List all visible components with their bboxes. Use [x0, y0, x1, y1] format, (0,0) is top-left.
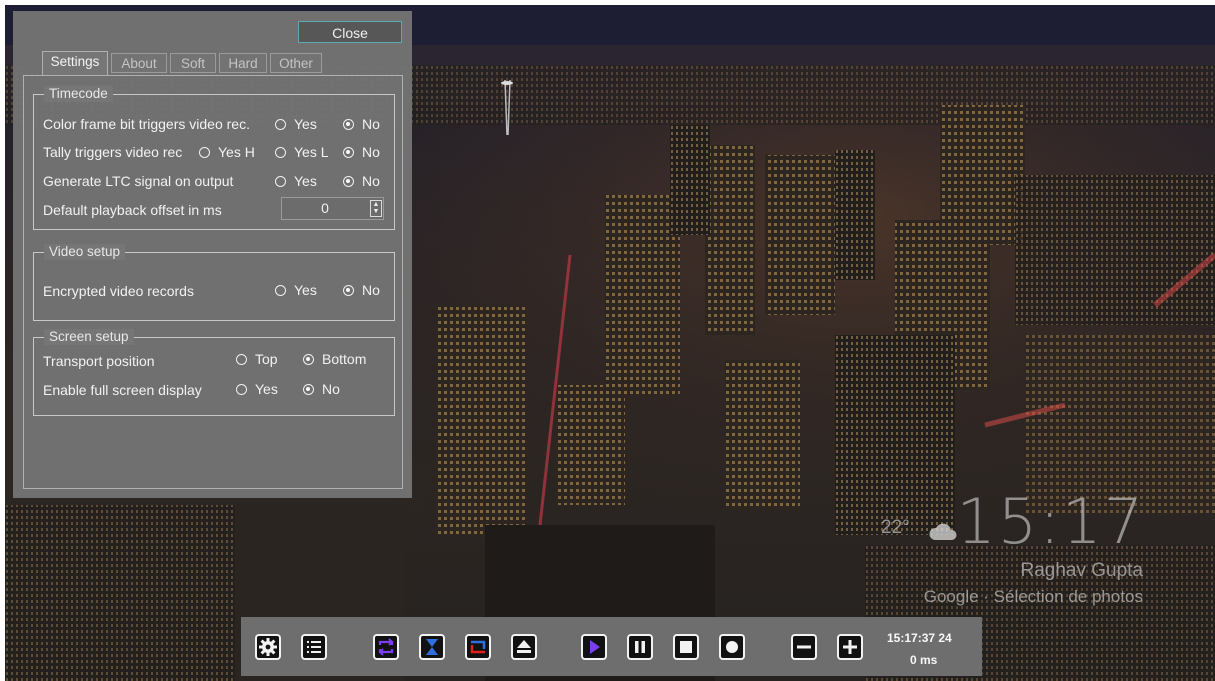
hourglass-icon	[426, 639, 438, 655]
radio-on-icon	[343, 119, 354, 130]
settings-dialog: Close Settings About Soft Hard Other Tim…	[13, 11, 412, 498]
radio-off-icon	[236, 384, 247, 395]
encrypted-label: Encrypted video records	[43, 283, 194, 299]
transport-bottom-radio[interactable]: Bottom	[303, 350, 366, 368]
tab-soft[interactable]: Soft	[170, 53, 216, 73]
fullscreen-no-radio[interactable]: No	[303, 380, 340, 398]
minus-icon	[797, 645, 811, 649]
play-icon	[590, 640, 600, 654]
tally-no-radio[interactable]: No	[343, 143, 380, 161]
ltc-no-radio[interactable]: No	[343, 172, 380, 190]
in-out-button[interactable]	[465, 634, 491, 660]
radio-off-icon	[275, 147, 286, 158]
timer-button[interactable]	[419, 634, 445, 660]
tally-label: Tally triggers video rec	[43, 144, 183, 160]
decrement-button[interactable]	[791, 634, 817, 660]
radio-off-icon	[275, 119, 286, 130]
offset-label: Default playback offset in ms	[43, 202, 222, 218]
photo-source: Google · Sélection de photos	[923, 587, 1143, 606]
eject-icon	[517, 640, 531, 653]
color-frame-label: Color frame bit triggers video rec.	[43, 116, 250, 132]
radio-on-icon	[303, 354, 314, 365]
radio-off-icon	[275, 285, 286, 296]
fullscreen-yes-radio[interactable]: Yes	[236, 380, 278, 398]
gear-icon	[259, 638, 277, 656]
play-button[interactable]	[581, 634, 607, 660]
radio-on-icon	[343, 176, 354, 187]
radio-off-icon	[199, 147, 210, 158]
transport-bar: 15:17:37 24 0 ms	[241, 617, 982, 676]
tab-hard[interactable]: Hard	[219, 53, 267, 73]
playlist-button[interactable]	[301, 634, 327, 660]
plus-icon	[843, 640, 857, 654]
tab-other[interactable]: Other	[270, 53, 322, 73]
loop-icon	[378, 638, 394, 656]
stop-button[interactable]	[673, 634, 699, 660]
video-setup-legend: Video setup	[44, 244, 126, 260]
screen-setup-legend: Screen setup	[44, 329, 134, 345]
list-icon	[307, 641, 321, 653]
settings-button[interactable]	[255, 634, 281, 660]
clock-display: 15:17	[956, 485, 1145, 558]
screen-setup-group: Screen setup	[33, 329, 395, 416]
cloud-icon	[929, 523, 957, 540]
pause-button[interactable]	[627, 634, 653, 660]
tally-yes-l-radio[interactable]: Yes L	[275, 143, 329, 161]
offset-readout: 0 ms	[910, 653, 938, 667]
radio-off-icon	[275, 176, 286, 187]
tab-about[interactable]: About	[111, 53, 167, 73]
loop-button[interactable]	[373, 634, 399, 660]
stop-icon	[680, 641, 692, 653]
encrypted-no-radio[interactable]: No	[343, 281, 380, 299]
close-button[interactable]: Close	[298, 21, 402, 43]
ltc-yes-radio[interactable]: Yes	[275, 172, 317, 190]
offset-spinbox[interactable]: 0 ▲ ▼	[281, 197, 384, 220]
transport-position-label: Transport position	[43, 353, 155, 369]
pause-icon	[635, 641, 645, 653]
eject-button[interactable]	[511, 634, 537, 660]
radio-on-icon	[343, 147, 354, 158]
transport-top-radio[interactable]: Top	[236, 350, 278, 368]
fullscreen-label: Enable full screen display	[43, 382, 202, 398]
color-frame-no-radio[interactable]: No	[343, 115, 380, 133]
increment-button[interactable]	[837, 634, 863, 660]
screensaver-background: Close Settings About Soft Hard Other Tim…	[5, 5, 1215, 681]
radio-off-icon	[236, 354, 247, 365]
record-button[interactable]	[719, 634, 745, 660]
tab-settings[interactable]: Settings	[42, 51, 108, 75]
spin-arrows-icon[interactable]: ▲ ▼	[370, 200, 382, 217]
timecode-readout: 15:17:37 24	[887, 631, 952, 645]
timecode-legend: Timecode	[44, 86, 113, 102]
record-icon	[726, 641, 738, 653]
ltc-label: Generate LTC signal on output	[43, 173, 234, 189]
radio-on-icon	[343, 285, 354, 296]
in-out-icon	[470, 640, 486, 654]
radio-on-icon	[303, 384, 314, 395]
tally-yes-h-radio[interactable]: Yes H	[199, 143, 255, 161]
color-frame-yes-radio[interactable]: Yes	[275, 115, 317, 133]
encrypted-yes-radio[interactable]: Yes	[275, 281, 317, 299]
photo-author: Raghav Gupta	[1020, 560, 1143, 581]
weather-temperature: 22°	[881, 517, 910, 538]
offset-value[interactable]: 0	[282, 198, 368, 219]
